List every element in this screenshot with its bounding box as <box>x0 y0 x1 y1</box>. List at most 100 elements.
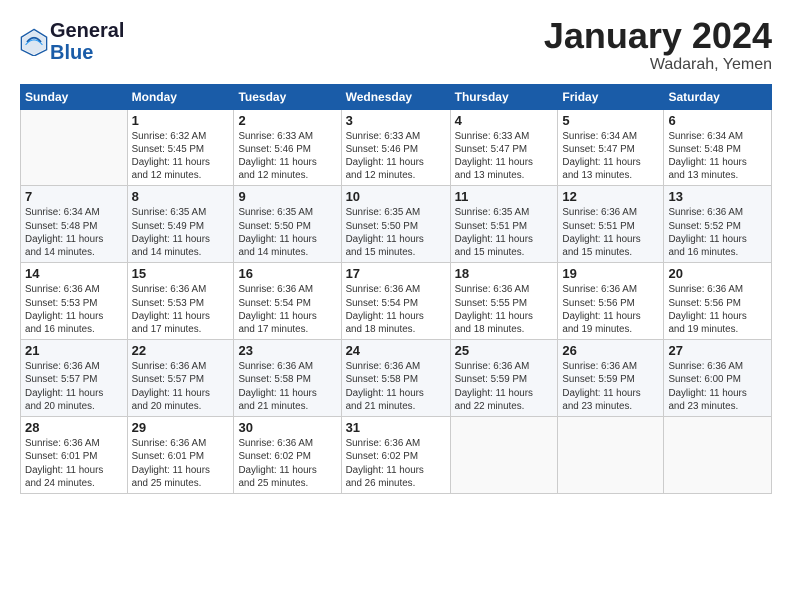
calendar-cell: 11 Sunrise: 6:35 AM Sunset: 5:51 PM Dayli… <box>450 186 558 263</box>
calendar-cell: 26 Sunrise: 6:36 AM Sunset: 5:59 PM Dayli… <box>558 340 664 417</box>
month-title: January 2024 <box>544 16 772 56</box>
calendar-cell: 16 Sunrise: 6:36 AM Sunset: 5:54 PM Dayli… <box>234 263 341 340</box>
calendar-cell: 4 Sunrise: 6:33 AM Sunset: 5:47 PM Daylig… <box>450 109 558 186</box>
day-info: Sunrise: 6:35 AM Sunset: 5:50 PM Dayligh… <box>238 206 336 259</box>
day-number: 31 <box>346 420 446 435</box>
week-row-5: 28 Sunrise: 6:36 AM Sunset: 6:01 PM Dayli… <box>21 417 772 494</box>
day-info: Sunrise: 6:36 AM Sunset: 5:56 PM Dayligh… <box>668 283 767 336</box>
day-number: 4 <box>455 113 554 128</box>
calendar-cell <box>21 109 128 186</box>
title-block: January 2024 Wadarah, Yemen <box>544 16 772 74</box>
day-info: Sunrise: 6:36 AM Sunset: 5:53 PM Dayligh… <box>25 283 123 336</box>
day-info: Sunrise: 6:36 AM Sunset: 6:02 PM Dayligh… <box>238 437 336 490</box>
day-info: Sunrise: 6:34 AM Sunset: 5:48 PM Dayligh… <box>25 206 123 259</box>
day-number: 13 <box>668 189 767 204</box>
page-container: General Blue January 2024 Wadarah, Yemen… <box>0 0 792 504</box>
calendar-cell <box>664 417 772 494</box>
col-header-saturday: Saturday <box>664 84 772 109</box>
day-number: 16 <box>238 266 336 281</box>
calendar-cell: 2 Sunrise: 6:33 AM Sunset: 5:46 PM Daylig… <box>234 109 341 186</box>
calendar-cell: 20Sunrise: 6:36 AM Sunset: 5:56 PM Dayli… <box>664 263 772 340</box>
calendar-cell: 14 Sunrise: 6:36 AM Sunset: 5:53 PM Dayli… <box>21 263 128 340</box>
col-header-wednesday: Wednesday <box>341 84 450 109</box>
calendar-cell <box>558 417 664 494</box>
day-number: 7 <box>25 189 123 204</box>
day-info: Sunrise: 6:36 AM Sunset: 6:01 PM Dayligh… <box>132 437 230 490</box>
day-number: 8 <box>132 189 230 204</box>
calendar-cell: 19 Sunrise: 6:36 AM Sunset: 5:56 PM Dayli… <box>558 263 664 340</box>
calendar-cell: 17Sunrise: 6:36 AM Sunset: 5:54 PM Dayli… <box>341 263 450 340</box>
day-number: 24 <box>346 343 446 358</box>
calendar-cell: 28 Sunrise: 6:36 AM Sunset: 6:01 PM Dayli… <box>21 417 128 494</box>
day-number: 5 <box>562 113 659 128</box>
day-info: Sunrise: 6:33 AM Sunset: 5:47 PM Dayligh… <box>455 130 554 183</box>
day-number: 2 <box>238 113 336 128</box>
day-number: 23 <box>238 343 336 358</box>
day-number: 12 <box>562 189 659 204</box>
header-row: SundayMondayTuesdayWednesdayThursdayFrid… <box>21 84 772 109</box>
calendar-cell: 8 Sunrise: 6:35 AM Sunset: 5:49 PM Daylig… <box>127 186 234 263</box>
day-info: Sunrise: 6:33 AM Sunset: 5:46 PM Dayligh… <box>238 130 336 183</box>
col-header-friday: Friday <box>558 84 664 109</box>
day-number: 9 <box>238 189 336 204</box>
day-info: Sunrise: 6:36 AM Sunset: 5:58 PM Dayligh… <box>238 360 336 413</box>
logo-text: General Blue <box>50 20 124 64</box>
day-info: Sunrise: 6:34 AM Sunset: 5:48 PM Dayligh… <box>668 130 767 183</box>
calendar-cell: 1Sunrise: 6:32 AM Sunset: 5:45 PM Daylig… <box>127 109 234 186</box>
calendar-cell: 7 Sunrise: 6:34 AM Sunset: 5:48 PM Daylig… <box>21 186 128 263</box>
day-info: Sunrise: 6:36 AM Sunset: 5:55 PM Dayligh… <box>455 283 554 336</box>
col-header-thursday: Thursday <box>450 84 558 109</box>
day-number: 10 <box>346 189 446 204</box>
day-number: 15 <box>132 266 230 281</box>
calendar-cell: 9 Sunrise: 6:35 AM Sunset: 5:50 PM Daylig… <box>234 186 341 263</box>
day-number: 11 <box>455 189 554 204</box>
day-info: Sunrise: 6:33 AM Sunset: 5:46 PM Dayligh… <box>346 130 446 183</box>
calendar-cell: 18Sunrise: 6:36 AM Sunset: 5:55 PM Dayli… <box>450 263 558 340</box>
day-info: Sunrise: 6:36 AM Sunset: 5:53 PM Dayligh… <box>132 283 230 336</box>
calendar-cell: 27 Sunrise: 6:36 AM Sunset: 6:00 PM Dayli… <box>664 340 772 417</box>
col-header-tuesday: Tuesday <box>234 84 341 109</box>
day-info: Sunrise: 6:35 AM Sunset: 5:50 PM Dayligh… <box>346 206 446 259</box>
day-info: Sunrise: 6:36 AM Sunset: 5:59 PM Dayligh… <box>455 360 554 413</box>
day-number: 21 <box>25 343 123 358</box>
calendar-cell: 29Sunrise: 6:36 AM Sunset: 6:01 PM Dayli… <box>127 417 234 494</box>
day-info: Sunrise: 6:36 AM Sunset: 6:01 PM Dayligh… <box>25 437 123 490</box>
day-number: 6 <box>668 113 767 128</box>
day-info: Sunrise: 6:36 AM Sunset: 5:56 PM Dayligh… <box>562 283 659 336</box>
day-number: 19 <box>562 266 659 281</box>
week-row-4: 21 Sunrise: 6:36 AM Sunset: 5:57 PM Dayli… <box>21 340 772 417</box>
location: Wadarah, Yemen <box>544 56 772 74</box>
day-number: 1 <box>132 113 230 128</box>
col-header-sunday: Sunday <box>21 84 128 109</box>
calendar-cell: 22 Sunrise: 6:36 AM Sunset: 5:57 PM Dayli… <box>127 340 234 417</box>
day-number: 3 <box>346 113 446 128</box>
calendar-cell: 3 Sunrise: 6:33 AM Sunset: 5:46 PM Daylig… <box>341 109 450 186</box>
day-info: Sunrise: 6:36 AM Sunset: 5:57 PM Dayligh… <box>132 360 230 413</box>
day-info: Sunrise: 6:35 AM Sunset: 5:49 PM Dayligh… <box>132 206 230 259</box>
calendar-cell: 5 Sunrise: 6:34 AM Sunset: 5:47 PM Daylig… <box>558 109 664 186</box>
week-row-1: 1Sunrise: 6:32 AM Sunset: 5:45 PM Daylig… <box>21 109 772 186</box>
calendar-table: SundayMondayTuesdayWednesdayThursdayFrid… <box>20 84 772 494</box>
calendar-cell: 25Sunrise: 6:36 AM Sunset: 5:59 PM Dayli… <box>450 340 558 417</box>
day-info: Sunrise: 6:36 AM Sunset: 5:57 PM Dayligh… <box>25 360 123 413</box>
calendar-cell: 23 Sunrise: 6:36 AM Sunset: 5:58 PM Dayli… <box>234 340 341 417</box>
day-number: 14 <box>25 266 123 281</box>
calendar-cell: 13Sunrise: 6:36 AM Sunset: 5:52 PM Dayli… <box>664 186 772 263</box>
col-header-monday: Monday <box>127 84 234 109</box>
day-info: Sunrise: 6:36 AM Sunset: 5:58 PM Dayligh… <box>346 360 446 413</box>
day-info: Sunrise: 6:35 AM Sunset: 5:51 PM Dayligh… <box>455 206 554 259</box>
day-number: 17 <box>346 266 446 281</box>
logo-icon <box>20 28 48 56</box>
calendar-cell <box>450 417 558 494</box>
day-number: 22 <box>132 343 230 358</box>
day-info: Sunrise: 6:36 AM Sunset: 5:54 PM Dayligh… <box>238 283 336 336</box>
day-number: 27 <box>668 343 767 358</box>
calendar-cell: 10 Sunrise: 6:35 AM Sunset: 5:50 PM Dayli… <box>341 186 450 263</box>
day-info: Sunrise: 6:36 AM Sunset: 5:59 PM Dayligh… <box>562 360 659 413</box>
day-number: 28 <box>25 420 123 435</box>
calendar-cell: 31Sunrise: 6:36 AM Sunset: 6:02 PM Dayli… <box>341 417 450 494</box>
day-info: Sunrise: 6:36 AM Sunset: 6:00 PM Dayligh… <box>668 360 767 413</box>
day-info: Sunrise: 6:34 AM Sunset: 5:47 PM Dayligh… <box>562 130 659 183</box>
calendar-cell: 21 Sunrise: 6:36 AM Sunset: 5:57 PM Dayli… <box>21 340 128 417</box>
day-number: 26 <box>562 343 659 358</box>
